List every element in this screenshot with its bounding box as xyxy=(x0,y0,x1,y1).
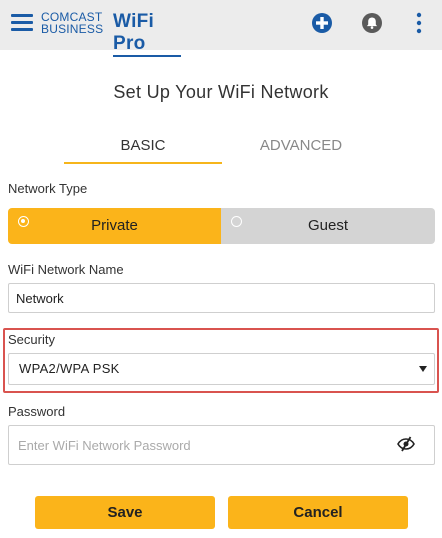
security-selected-value: WPA2/WPA PSK xyxy=(19,361,120,376)
caret-down-icon xyxy=(419,366,427,372)
network-name-input[interactable] xyxy=(8,283,435,313)
brand-logo: COMCAST BUSINESS WiFi Pro xyxy=(41,11,181,57)
password-label: Password xyxy=(8,404,66,419)
add-circle-icon[interactable] xyxy=(311,12,333,34)
brand-name: COMCAST BUSINESS xyxy=(41,11,103,35)
network-name-label: WiFi Network Name xyxy=(8,262,124,277)
product-name: WiFi Pro xyxy=(113,11,181,57)
network-type-label: Network Type xyxy=(8,181,88,196)
network-type-toggle: Private Guest xyxy=(8,208,435,244)
private-option-label: Private xyxy=(91,217,138,234)
save-button[interactable]: Save xyxy=(35,496,215,529)
password-input[interactable] xyxy=(8,425,435,465)
more-vert-icon[interactable] xyxy=(412,12,426,34)
guest-option-label: Guest xyxy=(307,217,349,234)
network-type-guest-option[interactable]: Guest xyxy=(221,208,435,244)
bell-icon[interactable] xyxy=(361,12,383,34)
eye-hidden-icon[interactable] xyxy=(397,436,415,452)
tab-advanced[interactable]: ADVANCED xyxy=(222,134,380,164)
tab-bar: BASIC ADVANCED xyxy=(64,134,380,164)
brand-line-2: BUSINESS xyxy=(41,22,104,36)
network-type-private-option[interactable]: Private xyxy=(8,208,221,244)
page-title: Set Up Your WiFi Network xyxy=(113,82,329,102)
app-header: COMCAST BUSINESS WiFi Pro xyxy=(0,0,442,57)
cancel-button[interactable]: Cancel xyxy=(228,496,408,529)
security-select[interactable]: WPA2/WPA PSK xyxy=(8,353,435,385)
menu-icon[interactable] xyxy=(11,14,33,32)
security-label: Security xyxy=(8,332,55,347)
tab-basic[interactable]: BASIC xyxy=(64,134,222,164)
